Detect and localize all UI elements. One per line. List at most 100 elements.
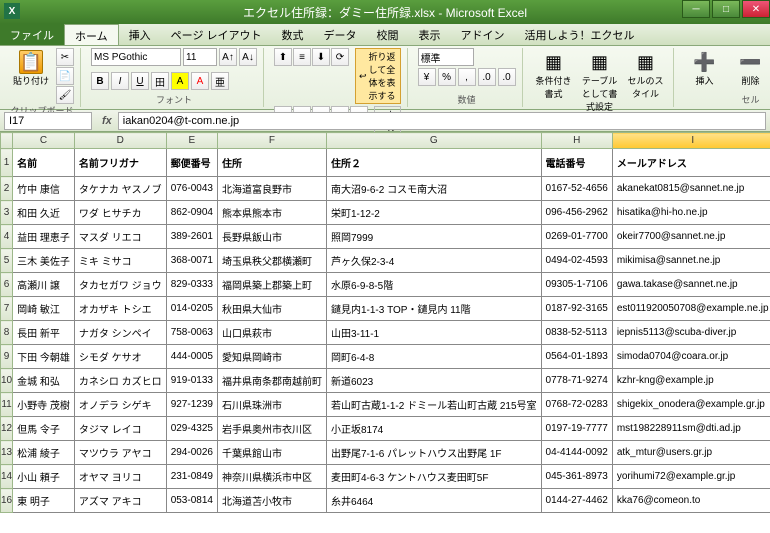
cell[interactable]: mst198228911sm@dti.ad.jp xyxy=(612,417,770,441)
cell[interactable]: ミキ ミサコ xyxy=(74,249,166,273)
cell[interactable]: 金城 和弘 xyxy=(13,369,75,393)
cell[interactable]: カネシロ カズヒロ xyxy=(74,369,166,393)
conditional-format-button[interactable]: ▦条件付き書式 xyxy=(533,48,575,102)
cell[interactable]: hisatika@hi-ho.ne.jp xyxy=(612,201,770,225)
cell[interactable]: 郵便番号 xyxy=(166,149,217,177)
cell[interactable]: gawa.takase@sannet.ne.jp xyxy=(612,273,770,297)
cell[interactable]: 石川県珠洲市 xyxy=(217,393,326,417)
cell[interactable]: 09305-1-7106 xyxy=(541,273,612,297)
row-header[interactable]: 10 xyxy=(1,369,13,393)
cell[interactable]: 444-0005 xyxy=(166,345,217,369)
cell[interactable]: 芦ヶ久保2-3-4 xyxy=(326,249,541,273)
cell[interactable]: 0144-27-4462 xyxy=(541,489,612,513)
cell[interactable]: 0269-01-7700 xyxy=(541,225,612,249)
percent-button[interactable]: % xyxy=(438,68,456,86)
cell[interactable]: 岡町6-4-8 xyxy=(326,345,541,369)
cut-button[interactable]: ✂ xyxy=(56,48,74,66)
format-table-button[interactable]: ▦テーブルとして書式設定 xyxy=(579,48,621,115)
cell[interactable]: 0167-52-4656 xyxy=(541,177,612,201)
row-header[interactable]: 2 xyxy=(1,177,13,201)
cell[interactable]: ワダ ヒサチカ xyxy=(74,201,166,225)
cell[interactable]: 北海道苫小牧市 xyxy=(217,489,326,513)
tab-data[interactable]: データ xyxy=(314,24,367,45)
cell[interactable]: 神奈川県横浜市中区 xyxy=(217,465,326,489)
col-header-E[interactable]: E xyxy=(166,133,217,149)
cell[interactable]: 小山 頼子 xyxy=(13,465,75,489)
cell[interactable]: kka76@comeon.to xyxy=(612,489,770,513)
italic-button[interactable]: I xyxy=(111,72,129,90)
currency-button[interactable]: ¥ xyxy=(418,68,436,86)
cell[interactable]: メールアドレス xyxy=(612,149,770,177)
row-header[interactable]: 9 xyxy=(1,345,13,369)
cell[interactable]: 231-0849 xyxy=(166,465,217,489)
row-header[interactable]: 5 xyxy=(1,249,13,273)
close-button[interactable]: ✕ xyxy=(742,0,770,18)
cell[interactable]: タケナカ ヤスノブ xyxy=(74,177,166,201)
cell[interactable]: 若山町古蔵1-1-2 ドミール若山町古蔵 215号室 xyxy=(326,393,541,417)
cell[interactable]: 益田 理恵子 xyxy=(13,225,75,249)
fx-icon[interactable]: fx xyxy=(96,115,118,127)
tab-addins[interactable]: アドイン xyxy=(451,24,515,45)
cell[interactable]: 0768-72-0283 xyxy=(541,393,612,417)
cell[interactable]: 岡崎 敏江 xyxy=(13,297,75,321)
cell[interactable]: mikimisa@sannet.ne.jp xyxy=(612,249,770,273)
cell[interactable]: 千葉県館山市 xyxy=(217,441,326,465)
tab-home[interactable]: ホーム xyxy=(64,24,119,45)
decrease-font-button[interactable]: A↓ xyxy=(239,48,257,66)
row-header[interactable]: 4 xyxy=(1,225,13,249)
cell[interactable]: 368-0071 xyxy=(166,249,217,273)
row-header[interactable]: 13 xyxy=(1,441,13,465)
cell[interactable]: 福井県南条郡南越前町 xyxy=(217,369,326,393)
cell[interactable]: 045-361-8973 xyxy=(541,465,612,489)
cell[interactable]: 山田3-11-1 xyxy=(326,321,541,345)
cell[interactable]: 096-456-2962 xyxy=(541,201,612,225)
phonetic-button[interactable]: 亜 xyxy=(211,72,229,90)
border-button[interactable]: 田 xyxy=(151,72,169,90)
wrap-text-button[interactable]: ↩折り返して全体を表示する xyxy=(355,48,401,104)
name-box[interactable] xyxy=(4,112,92,130)
decrease-decimal-button[interactable]: .0 xyxy=(498,68,516,86)
cell[interactable]: est011920050708@example.ne.jp xyxy=(612,297,770,321)
cell[interactable]: 竹中 康信 xyxy=(13,177,75,201)
cell[interactable]: 0838-52-5113 xyxy=(541,321,612,345)
cell[interactable]: 0778-71-9274 xyxy=(541,369,612,393)
maximize-button[interactable]: □ xyxy=(712,0,740,18)
col-header-D[interactable]: D xyxy=(74,133,166,149)
cell[interactable]: 小野寺 茂樹 xyxy=(13,393,75,417)
cell[interactable]: 鑓見内1-1-3 TOP・鑓見内 11階 xyxy=(326,297,541,321)
cell[interactable]: 東 明子 xyxy=(13,489,75,513)
minimize-button[interactable]: ─ xyxy=(682,0,710,18)
copy-button[interactable]: 📄 xyxy=(56,67,74,85)
col-header-G[interactable]: G xyxy=(326,133,541,149)
row-header[interactable]: 16 xyxy=(1,489,13,513)
increase-font-button[interactable]: A↑ xyxy=(219,48,237,66)
cell[interactable]: 下田 今朝雄 xyxy=(13,345,75,369)
cell[interactable]: マスダ リエコ xyxy=(74,225,166,249)
cell[interactable]: アズマ アキコ xyxy=(74,489,166,513)
cell[interactable]: タカセガワ ジョウ xyxy=(74,273,166,297)
orientation-button[interactable]: ⟳ xyxy=(331,48,349,66)
align-middle-button[interactable]: ≡ xyxy=(293,48,311,66)
col-header-F[interactable]: F xyxy=(217,133,326,149)
cell[interactable]: 高瀬川 譲 xyxy=(13,273,75,297)
font-name-select[interactable] xyxy=(91,48,181,66)
row-header[interactable]: 8 xyxy=(1,321,13,345)
cell[interactable]: オカザキ トシエ xyxy=(74,297,166,321)
formula-bar[interactable] xyxy=(118,112,766,130)
cell[interactable]: 栄町1-12-2 xyxy=(326,201,541,225)
cell[interactable]: 但馬 令子 xyxy=(13,417,75,441)
cell[interactable]: 愛知県岡崎市 xyxy=(217,345,326,369)
fill-color-button[interactable]: A xyxy=(171,72,189,90)
row-header[interactable]: 12 xyxy=(1,417,13,441)
cell[interactable]: 927-1239 xyxy=(166,393,217,417)
cell[interactable]: 053-0814 xyxy=(166,489,217,513)
tab-view[interactable]: 表示 xyxy=(409,24,451,45)
cell[interactable]: shigekix_onodera@example.gr.jp xyxy=(612,393,770,417)
increase-decimal-button[interactable]: .0 xyxy=(478,68,496,86)
cell[interactable]: 04-4144-0092 xyxy=(541,441,612,465)
cell[interactable]: 0187-92-3165 xyxy=(541,297,612,321)
cell[interactable]: 名前 xyxy=(13,149,75,177)
format-painter-button[interactable]: 🖌 xyxy=(56,86,74,104)
cell[interactable]: 電話番号 xyxy=(541,149,612,177)
cell[interactable]: 294-0026 xyxy=(166,441,217,465)
